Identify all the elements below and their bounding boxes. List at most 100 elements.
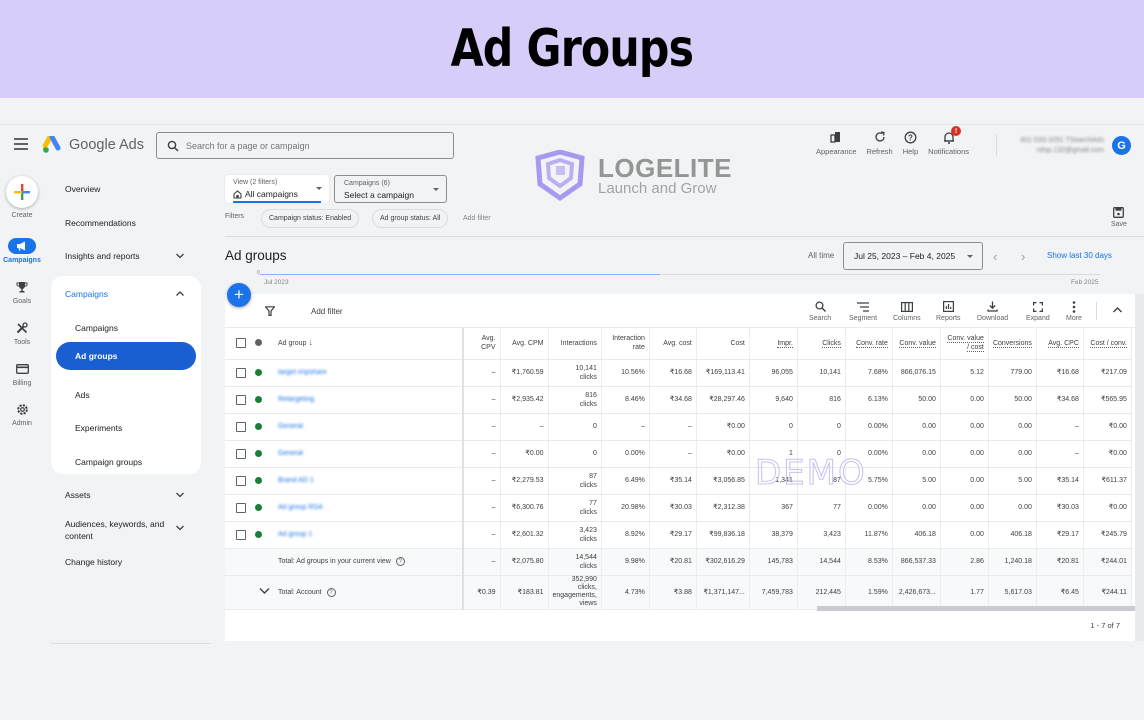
toolbar-more-button[interactable]: More	[1066, 300, 1082, 322]
google-ads-logo[interactable]: Google Ads	[43, 136, 144, 154]
prev-period-icon[interactable]: ‹	[993, 249, 997, 264]
chevron-down-icon[interactable]	[175, 523, 185, 533]
ad-group-link[interactable]: Brand AD 1	[278, 477, 314, 484]
chevron-up-icon[interactable]	[1112, 305, 1123, 315]
help-button[interactable]: ? Help	[903, 130, 918, 156]
column-header-ad-group[interactable]: Ad group ↓	[274, 328, 464, 360]
table-row[interactable]: General – –0– – ₹0.00 0 0 0.00% 0.00 0.00 0.00– ₹0.…	[225, 413, 1132, 441]
next-period-icon[interactable]: ›	[1021, 249, 1025, 264]
chevron-up-icon[interactable]	[175, 289, 185, 299]
notifications-button[interactable]: ! Notifications	[928, 126, 969, 156]
add-filter-button[interactable]: Add filter	[311, 307, 343, 316]
search-input[interactable]	[186, 140, 436, 151]
account-info[interactable]: 401-533-3291 TSearchAds nitsp.132@gmail.…	[1008, 136, 1104, 156]
nav-sub-ad-groups[interactable]: Ad groups	[56, 342, 196, 370]
select-all-checkbox[interactable]	[236, 338, 246, 349]
ad-group-link[interactable]: target impshare	[278, 369, 327, 376]
avatar[interactable]: G	[1112, 136, 1131, 155]
table-row[interactable]: Brand AD 1– ₹2,279.53 87 clicks 6.49% ₹35.14 ₹…	[225, 467, 1132, 495]
table-row[interactable]: Ad group RSA – ₹6,300.76 77 clicks 20.98% ₹30.…	[225, 494, 1132, 522]
refresh-button[interactable]: Refresh	[866, 130, 893, 156]
column-header-conv-value[interactable]: Conv. value	[892, 328, 941, 360]
ad-group-link[interactable]: General	[278, 450, 303, 457]
status-enabled-dot-icon[interactable]	[255, 368, 262, 376]
toolbar-expand-button[interactable]: Expand	[1026, 300, 1050, 322]
nav-insights[interactable]: Insights and reports	[65, 251, 140, 261]
nav-recommendations[interactable]: Recommendations	[65, 218, 136, 228]
ad-group-link[interactable]: Retargeting	[278, 396, 314, 403]
status-enabled-dot-icon[interactable]	[255, 395, 262, 403]
row-checkbox[interactable]	[236, 421, 246, 432]
status-enabled-dot-icon[interactable]	[255, 503, 262, 511]
nav-sub-experiments[interactable]: Experiments	[75, 423, 122, 433]
nav-sub-campaigns[interactable]: Campaigns	[75, 323, 118, 333]
column-header-conv-value-cost[interactable]: Conv. value / cost	[940, 328, 989, 360]
ad-group-link[interactable]: General	[278, 423, 303, 430]
column-header-avg-cpc[interactable]: Avg. CPC	[1036, 328, 1084, 360]
column-header-interactions[interactable]: Interactions	[548, 328, 602, 360]
column-header-avg-cost[interactable]: Avg. cost	[649, 328, 697, 360]
nav-assets[interactable]: Assets	[65, 490, 91, 500]
toolbar-search-button[interactable]: Search	[809, 300, 831, 322]
ad-group-link[interactable]: Ad group RSA	[278, 504, 323, 511]
rail-create[interactable]: Create	[0, 176, 44, 219]
row-checkbox[interactable]	[236, 502, 246, 513]
toolbar-reports-button[interactable]: Reports	[936, 300, 961, 322]
row-checkbox[interactable]	[236, 448, 246, 459]
nav-campaigns-section[interactable]: Campaigns	[65, 289, 108, 299]
rail-billing[interactable]: Billing	[0, 361, 44, 387]
table-row[interactable]: General – ₹0.00 0 0.00% – ₹0.00 1 0 0.00% 0.00 0.00…	[225, 440, 1132, 468]
table-row[interactable]: Ad group 1– ₹2,601.32 3,423 clicks 8.92% ₹29.…	[225, 521, 1132, 549]
row-checkbox[interactable]	[236, 394, 246, 405]
filter-icon[interactable]	[265, 306, 275, 316]
nav-change-history[interactable]: Change history	[65, 557, 122, 567]
chevron-down-icon[interactable]	[175, 490, 185, 500]
nav-audiences[interactable]: Audiences, keywords, and content	[65, 518, 175, 542]
help-icon[interactable]: ?	[326, 587, 336, 597]
help-icon[interactable]: ?	[395, 557, 405, 566]
column-header-avg-cpm[interactable]: Avg. CPM	[500, 328, 549, 360]
column-header-clicks[interactable]: Clicks	[797, 328, 846, 360]
column-header-impr[interactable]: Impr.	[749, 328, 798, 360]
status-enabled-dot-icon[interactable]	[255, 530, 262, 538]
row-checkbox[interactable]	[236, 475, 246, 486]
chevron-down-icon[interactable]	[259, 587, 270, 595]
toolbar-download-button[interactable]: Download	[977, 300, 1008, 322]
nav-sub-ads[interactable]: Ads	[75, 390, 90, 400]
status-enabled-dot-icon[interactable]	[255, 422, 262, 430]
rail-admin[interactable]: Admin	[0, 401, 44, 427]
column-header-conversions[interactable]: Conversions	[988, 328, 1037, 360]
chevron-down-icon[interactable]	[175, 251, 185, 261]
add-filter-link[interactable]: Add filter	[463, 215, 491, 222]
nav-overview[interactable]: Overview	[65, 184, 100, 194]
column-header-cost[interactable]: Cost	[696, 328, 750, 360]
appearance-button[interactable]: Appearance	[816, 130, 856, 156]
show-last-30-days-link[interactable]: Show last 30 days	[1047, 251, 1112, 260]
toolbar-columns-button[interactable]: Columns	[893, 300, 921, 322]
nav-sub-campaign-groups[interactable]: Campaign groups	[75, 457, 142, 467]
column-header-avg-cpv[interactable]: Avg. CPV	[463, 328, 501, 360]
column-header-cost-per-conv[interactable]: Cost / conv.	[1083, 328, 1132, 360]
row-checkbox[interactable]	[236, 367, 246, 378]
rail-tools[interactable]: Tools	[0, 320, 44, 346]
rail-goals[interactable]: Goals	[0, 279, 44, 305]
filter-chip-ad-group-status[interactable]: Ad group status: All	[372, 209, 449, 228]
date-range-picker[interactable]: Jul 25, 2023 – Feb 4, 2025	[843, 242, 983, 270]
table-row[interactable]: Retargeting – ₹2,935.42 816 clicks 8.46% ₹34.6…	[225, 386, 1132, 414]
ad-group-link[interactable]: Ad group 1	[278, 531, 312, 538]
status-enabled-dot-icon[interactable]	[255, 449, 262, 457]
column-header-conv-rate[interactable]: Conv. rate	[845, 328, 893, 360]
horizontal-scrollbar[interactable]	[817, 606, 1135, 611]
column-header-interaction-rate[interactable]: Interaction rate	[601, 328, 650, 360]
campaign-select[interactable]: Campaigns (6) Select a campaign	[334, 175, 447, 203]
search-box[interactable]	[156, 132, 454, 159]
vertical-scrollbar[interactable]	[1135, 294, 1144, 641]
row-checkbox[interactable]	[236, 529, 246, 540]
menu-icon[interactable]	[14, 138, 28, 150]
toolbar-segment-button[interactable]: Segment	[849, 300, 877, 322]
save-button[interactable]: Save	[1111, 207, 1127, 228]
table-row[interactable]: target impshare – ₹1,760.59 10,141 clicks 10.…	[225, 359, 1132, 387]
filter-chip-campaign-status[interactable]: Campaign status: Enabled	[261, 209, 360, 228]
rail-campaigns[interactable]: Campaigns	[0, 238, 44, 264]
status-enabled-dot-icon[interactable]	[255, 476, 262, 484]
